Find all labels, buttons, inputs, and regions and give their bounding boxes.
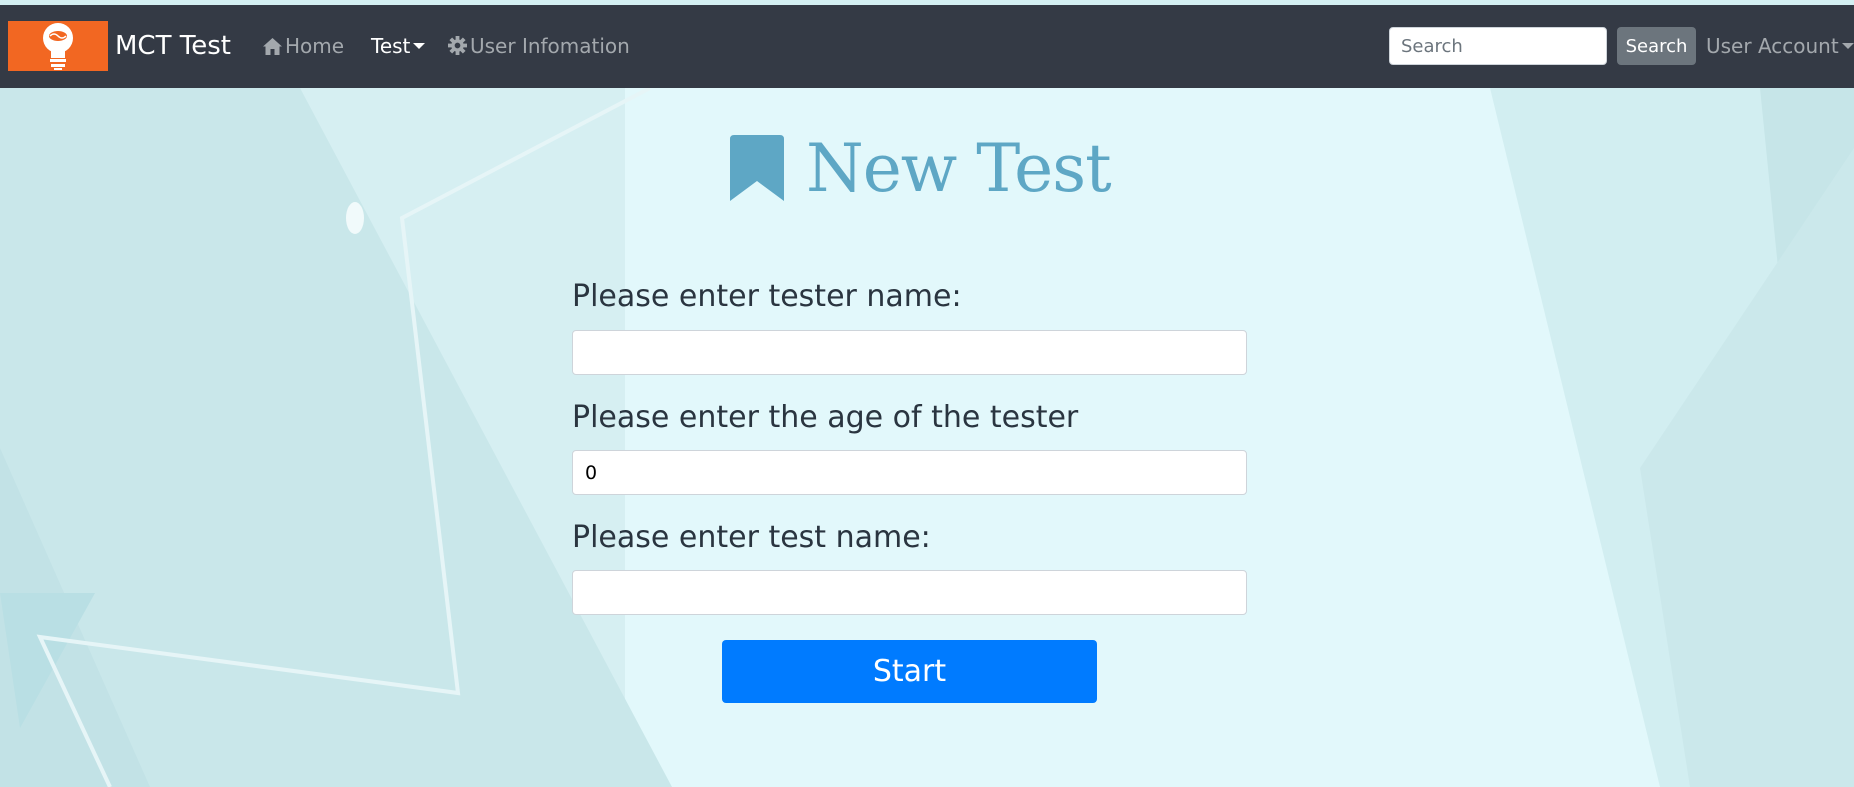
nav-user-info-label: User Infomation xyxy=(470,34,630,58)
tester-age-input[interactable] xyxy=(572,450,1247,495)
navbar: MCT Test Home Test User Infomation Searc… xyxy=(0,5,1854,88)
user-account-label: User Account xyxy=(1706,34,1839,58)
tester-name-input[interactable] xyxy=(572,330,1247,375)
nav-test-label: Test xyxy=(371,34,411,58)
search-input[interactable] xyxy=(1389,27,1607,65)
caret-down-icon xyxy=(413,43,426,49)
lightbulb-icon xyxy=(43,23,73,70)
gear-icon xyxy=(448,36,467,55)
logo[interactable] xyxy=(8,21,108,71)
brand-title[interactable]: MCT Test xyxy=(115,30,231,62)
test-name-label: Please enter test name: xyxy=(572,520,931,555)
page-title-text: New Test xyxy=(806,129,1112,207)
tester-age-label: Please enter the age of the tester xyxy=(572,400,1079,435)
page-title: New Test xyxy=(730,128,1112,208)
search-button[interactable]: Search xyxy=(1617,27,1696,65)
nav-test-dropdown[interactable]: Test xyxy=(371,33,426,59)
test-name-input[interactable] xyxy=(572,570,1247,615)
nav-user-info-link[interactable]: User Infomation xyxy=(448,33,630,59)
tester-name-label: Please enter tester name: xyxy=(572,279,962,314)
caret-down-icon xyxy=(1841,43,1854,49)
nav-home-link[interactable]: Home xyxy=(263,33,344,59)
bookmark-icon xyxy=(730,135,784,201)
start-button[interactable]: Start xyxy=(722,640,1097,703)
home-icon xyxy=(263,38,282,55)
user-account-dropdown[interactable]: User Account xyxy=(1706,33,1854,59)
nav-home-label: Home xyxy=(285,34,345,58)
